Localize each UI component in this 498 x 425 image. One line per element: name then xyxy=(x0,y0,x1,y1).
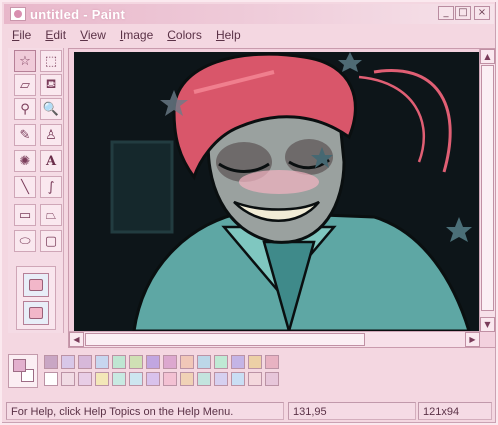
vertical-scroll-thumb[interactable] xyxy=(481,65,494,311)
magnifier-icon[interactable]: 🔍 xyxy=(40,98,62,120)
palette-swatch[interactable] xyxy=(44,372,58,386)
curve-icon[interactable]: ∫ xyxy=(40,176,62,198)
rect-select-icon[interactable]: ⬚ xyxy=(40,50,62,72)
foreground-color-swatch[interactable] xyxy=(13,359,26,372)
menu-image[interactable]: Image xyxy=(112,26,159,44)
status-bar: For Help, click Help Topics on the Help … xyxy=(4,400,494,422)
vertical-scrollbar[interactable]: ▲ ▼ xyxy=(479,49,495,332)
palette-swatch[interactable] xyxy=(180,372,194,386)
opaque-option-icon[interactable] xyxy=(23,273,49,297)
polygon-icon[interactable]: ⏢ xyxy=(40,204,62,226)
close-button[interactable]: × xyxy=(474,6,490,20)
palette-swatch[interactable] xyxy=(265,372,279,386)
window-title: untitled - Paint xyxy=(30,6,126,22)
palette-swatch[interactable] xyxy=(214,372,228,386)
menu-view[interactable]: View xyxy=(72,26,112,44)
palette-swatch[interactable] xyxy=(129,372,143,386)
airbrush-icon[interactable]: ✺ xyxy=(14,150,36,172)
palette-swatch[interactable] xyxy=(112,355,126,369)
paint-app-icon xyxy=(10,7,26,21)
maximize-button[interactable]: □ xyxy=(455,6,471,20)
palette-swatch[interactable] xyxy=(146,355,160,369)
ellipse-icon[interactable]: ⬭ xyxy=(14,230,36,252)
palette-swatch[interactable] xyxy=(214,355,228,369)
palette-swatch[interactable] xyxy=(248,372,262,386)
canvas-area: ▲ ▼ ◀ ▶ xyxy=(68,48,496,348)
horizontal-scroll-thumb[interactable] xyxy=(85,333,365,346)
transparent-option-icon[interactable] xyxy=(23,301,49,325)
color-palette xyxy=(8,352,494,392)
palette-swatch[interactable] xyxy=(44,355,58,369)
status-cursor-position: 131,95 xyxy=(288,402,416,420)
pencil-icon[interactable]: ✎ xyxy=(14,124,36,146)
scroll-down-arrow-icon[interactable]: ▼ xyxy=(480,317,495,332)
menu-bar: File Edit View Image Colors Help xyxy=(4,26,247,44)
rectangle-icon[interactable]: ▭ xyxy=(14,204,36,226)
palette-swatch[interactable] xyxy=(95,372,109,386)
palette-swatch[interactable] xyxy=(248,355,262,369)
palette-swatch[interactable] xyxy=(197,355,211,369)
eraser-icon[interactable]: ▱ xyxy=(14,74,36,96)
toolbox: ☆ ⬚ ▱ ⛾ ⚲ 🔍 ✎ ♙ ✺ A ╲ ∫ ▭ ⏢ ⬭ ▢ xyxy=(8,48,64,333)
pick-color-icon[interactable]: ⚲ xyxy=(14,98,36,120)
palette-swatch[interactable] xyxy=(146,372,160,386)
palette-swatch[interactable] xyxy=(163,355,177,369)
drawing-canvas[interactable] xyxy=(74,52,479,331)
scroll-right-arrow-icon[interactable]: ▶ xyxy=(465,332,480,347)
free-form-select-icon[interactable]: ☆ xyxy=(14,50,36,72)
status-help-text: For Help, click Help Topics on the Help … xyxy=(6,402,284,420)
title-bar[interactable]: untitled - Paint _ □ × xyxy=(4,4,494,24)
palette-swatch[interactable] xyxy=(129,355,143,369)
palette-swatch[interactable] xyxy=(61,355,75,369)
text-tool-icon[interactable]: A xyxy=(40,150,62,172)
scroll-up-arrow-icon[interactable]: ▲ xyxy=(480,49,495,64)
tool-options-box xyxy=(16,266,56,330)
brush-icon[interactable]: ♙ xyxy=(40,124,62,146)
palette-swatch[interactable] xyxy=(78,355,92,369)
menu-colors[interactable]: Colors xyxy=(159,26,208,44)
palette-swatch[interactable] xyxy=(78,372,92,386)
palette-swatch[interactable] xyxy=(95,355,109,369)
menu-file[interactable]: File xyxy=(4,26,37,44)
paint-window: untitled - Paint _ □ × File Edit View Im… xyxy=(0,0,498,425)
palette-swatch[interactable] xyxy=(163,372,177,386)
rounded-rect-icon[interactable]: ▢ xyxy=(40,230,62,252)
current-colors-box xyxy=(8,354,38,388)
minimize-button[interactable]: _ xyxy=(438,6,454,20)
palette-swatch[interactable] xyxy=(231,372,245,386)
line-icon[interactable]: ╲ xyxy=(14,176,36,198)
horizontal-scrollbar[interactable]: ◀ ▶ xyxy=(69,331,480,347)
palette-swatch[interactable] xyxy=(197,372,211,386)
menu-help[interactable]: Help xyxy=(208,26,247,44)
palette-swatch[interactable] xyxy=(180,355,194,369)
palette-swatch[interactable] xyxy=(112,372,126,386)
cartoon-character-image xyxy=(74,52,479,331)
menu-edit[interactable]: Edit xyxy=(37,26,72,44)
palette-swatch[interactable] xyxy=(265,355,279,369)
palette-swatch[interactable] xyxy=(61,372,75,386)
scroll-left-arrow-icon[interactable]: ◀ xyxy=(69,332,84,347)
fill-icon[interactable]: ⛾ xyxy=(40,74,62,96)
status-selection-size: 121x94 xyxy=(418,402,492,420)
palette-swatch[interactable] xyxy=(231,355,245,369)
